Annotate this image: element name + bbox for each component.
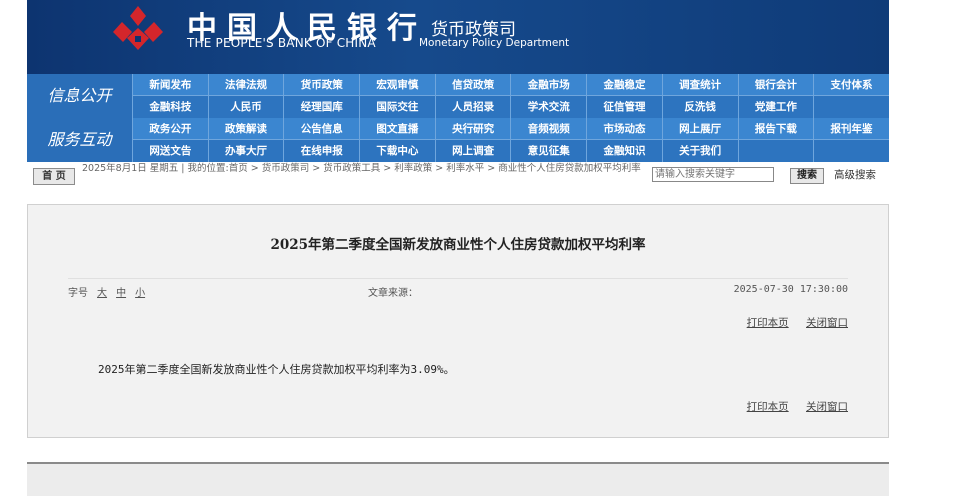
nav-item[interactable]: 在线申报 — [283, 140, 360, 162]
nav-item[interactable]: 关于我们 — [661, 140, 738, 162]
nav-item[interactable]: 音频视频 — [510, 118, 587, 140]
breadcrumb-bar: 首 页 2025年8月1日 星期五 | 我的位置:首页 > 货币政策司 > 货币… — [27, 162, 889, 186]
nav-item[interactable]: 图文直播 — [359, 118, 435, 140]
search-button[interactable]: 搜索 — [790, 168, 824, 184]
print-link[interactable]: 打印本页 — [747, 401, 789, 413]
nav-item[interactable]: 学术交流 — [510, 96, 587, 118]
advanced-search-link[interactable]: 高级搜索 — [834, 168, 876, 182]
department-name-en: Monetary Policy Department — [419, 37, 570, 49]
nav-item[interactable]: 公告信息 — [283, 118, 360, 140]
nav-item[interactable]: 下载中心 — [359, 140, 435, 162]
breadcrumb: 2025年8月1日 星期五 | 我的位置:首页 > 货币政策司 > 货币政策工具… — [82, 163, 641, 174]
nav-group-title-info: 信息公开 — [27, 74, 132, 118]
nav-item[interactable]: 信贷政策 — [434, 74, 511, 96]
nav-item[interactable]: 经理国库 — [283, 96, 360, 118]
main-nav: 信息公开 新闻发布 法律法规 货币政策 宏观审慎 信贷政策 金融市场 金融稳定 … — [27, 74, 889, 162]
page: 中国人民银行 THE PEOPLE'S BANK OF CHINA 货币政策司 … — [27, 0, 889, 496]
nav-item[interactable]: 宏观审慎 — [359, 74, 435, 96]
nav-item-empty — [813, 140, 889, 162]
close-window-link[interactable]: 关闭窗口 — [806, 401, 848, 413]
home-button[interactable]: 首 页 — [33, 168, 75, 185]
print-link[interactable]: 打印本页 — [747, 317, 789, 329]
font-size-large-link[interactable]: 大 — [97, 288, 107, 299]
nav-item[interactable]: 网上展厅 — [661, 118, 738, 140]
font-size-small-link[interactable]: 小 — [135, 288, 145, 299]
nav-item[interactable]: 人民币 — [207, 96, 284, 118]
site-footer — [27, 462, 889, 496]
nav-item[interactable]: 党建工作 — [737, 96, 814, 118]
nav-item[interactable]: 央行研究 — [434, 118, 511, 140]
font-size-label: 字号 — [68, 288, 88, 299]
article-panel: 2025年第二季度全国新发放商业性个人住房贷款加权平均利率 字号 大 中 小 文… — [27, 204, 889, 438]
article-actions-top: 打印本页 关闭窗口 — [733, 315, 848, 330]
nav-item[interactable]: 征信管理 — [586, 96, 662, 118]
nav-item[interactable]: 政务公开 — [132, 118, 208, 140]
nav-item[interactable]: 政策解读 — [207, 118, 284, 140]
nav-item[interactable]: 意见征集 — [510, 140, 587, 162]
font-size-controls: 字号 大 中 小 — [68, 284, 145, 299]
site-header: 中国人民银行 THE PEOPLE'S BANK OF CHINA 货币政策司 … — [27, 0, 889, 74]
font-size-medium-link[interactable]: 中 — [116, 288, 126, 299]
article-date: 2025-07-30 17:30:00 — [733, 284, 848, 295]
nav-item[interactable]: 法律法规 — [207, 74, 284, 96]
pboc-logo-icon — [113, 6, 163, 50]
nav-item[interactable]: 货币政策 — [283, 74, 360, 96]
nav-group-service: 服务互动 政务公开 政策解读 公告信息 图文直播 央行研究 音频视频 市场动态 … — [27, 118, 889, 162]
nav-item[interactable]: 支付体系 — [813, 74, 889, 96]
nav-item[interactable]: 反洗钱 — [661, 96, 738, 118]
nav-item[interactable]: 人员招录 — [434, 96, 511, 118]
nav-item-empty — [737, 140, 814, 162]
nav-group-info: 信息公开 新闻发布 法律法规 货币政策 宏观审慎 信贷政策 金融市场 金融稳定 … — [27, 74, 889, 118]
nav-group-title-service: 服务互动 — [27, 118, 132, 162]
nav-item[interactable]: 调查统计 — [661, 74, 738, 96]
article-actions-bottom: 打印本页 关闭窗口 — [733, 399, 848, 414]
article-meta: 字号 大 中 小 文章来源： 2025-07-30 17:30:00 — [68, 278, 848, 299]
bank-name-en: THE PEOPLE'S BANK OF CHINA — [187, 36, 376, 50]
nav-item[interactable]: 报刊年鉴 — [813, 118, 889, 140]
nav-item[interactable]: 网送文告 — [132, 140, 208, 162]
article-title: 2025年第二季度全国新发放商业性个人住房贷款加权平均利率 — [270, 237, 646, 253]
article-body: 2025年第二季度全国新发放商业性个人住房贷款加权平均利率为3.09%。 — [98, 363, 455, 376]
nav-item[interactable]: 银行会计 — [737, 74, 814, 96]
close-window-link[interactable]: 关闭窗口 — [806, 317, 848, 329]
nav-item[interactable]: 办事大厅 — [207, 140, 284, 162]
article-source: 文章来源： — [368, 288, 418, 299]
nav-item[interactable]: 国际交往 — [359, 96, 435, 118]
nav-item[interactable]: 金融市场 — [510, 74, 587, 96]
nav-item[interactable]: 金融知识 — [586, 140, 662, 162]
nav-item[interactable]: 金融科技 — [132, 96, 208, 118]
nav-item[interactable]: 报告下载 — [737, 118, 814, 140]
nav-item-empty — [813, 96, 889, 118]
nav-item[interactable]: 网上调查 — [434, 140, 511, 162]
nav-item[interactable]: 金融稳定 — [586, 74, 662, 96]
nav-item[interactable]: 新闻发布 — [132, 74, 208, 96]
nav-item[interactable]: 市场动态 — [586, 118, 662, 140]
search-input[interactable] — [652, 167, 774, 182]
